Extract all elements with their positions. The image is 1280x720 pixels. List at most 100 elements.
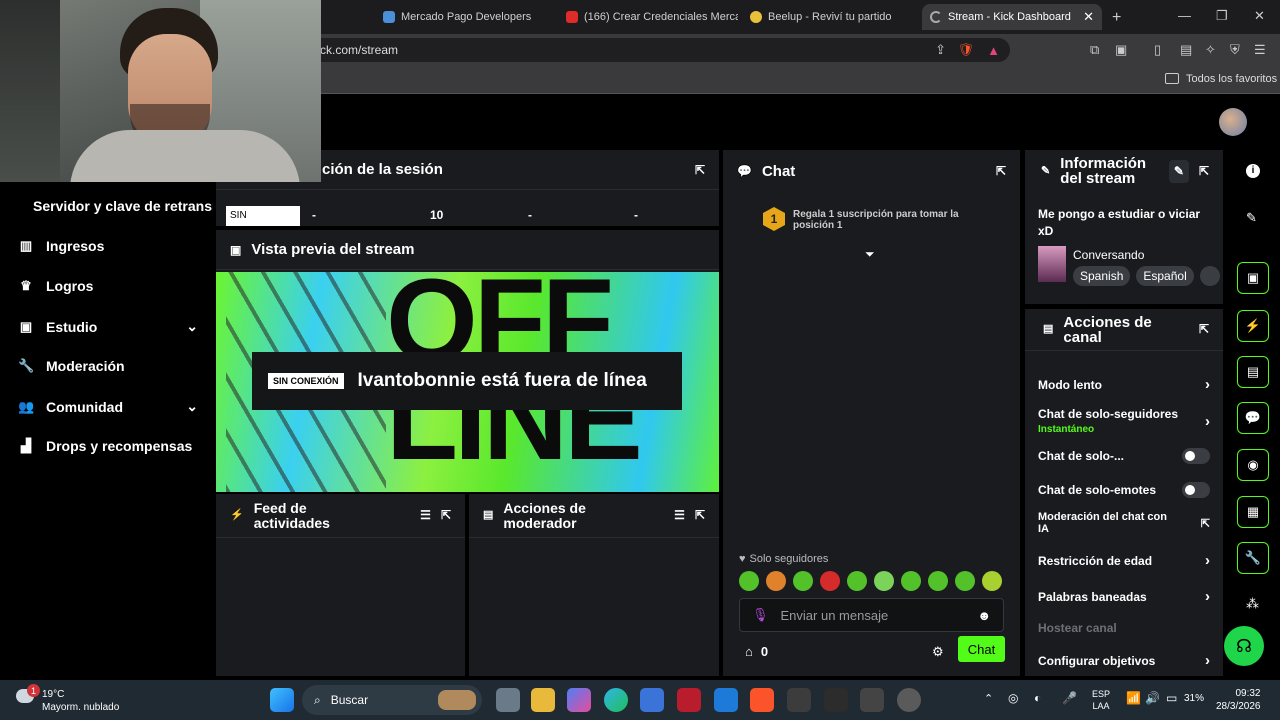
network-app-icon[interactable] bbox=[824, 688, 848, 712]
emote-icon[interactable] bbox=[766, 571, 786, 591]
share-nodes-icon[interactable]: ⁂ bbox=[1246, 596, 1259, 612]
close-tab-icon[interactable]: ✕ bbox=[1083, 9, 1094, 25]
tab-kick-dashboard[interactable]: Stream - Kick Dashboard ✕ bbox=[922, 4, 1102, 30]
vscode-icon[interactable] bbox=[714, 688, 738, 712]
popout-icon[interactable]: ⇱ bbox=[441, 508, 451, 523]
leo-ai-icon[interactable]: ✧ bbox=[1205, 42, 1216, 58]
tag-chip[interactable]: Spanish bbox=[1073, 266, 1131, 286]
action-banned-words[interactable]: Palabras baneadas › bbox=[1038, 588, 1210, 605]
clock[interactable]: 09:32 28/3/2026 bbox=[1216, 687, 1261, 713]
help-headset-icon[interactable]: ☊ bbox=[1224, 626, 1264, 666]
rail-button-camera[interactable]: ▣ bbox=[1237, 262, 1269, 294]
rail-button-activity[interactable]: ⚡ bbox=[1237, 310, 1269, 342]
emotes-only-toggle[interactable] bbox=[1182, 482, 1210, 498]
sidebar-toggle-icon[interactable]: ▯ bbox=[1154, 42, 1161, 58]
popout-icon[interactable]: ⇱ bbox=[1199, 164, 1209, 179]
popout-icon[interactable]: ⇱ bbox=[695, 163, 705, 177]
minimize-icon[interactable]: — bbox=[1178, 8, 1191, 23]
wallet-icon[interactable]: ▣ bbox=[1115, 42, 1127, 58]
emote-icon[interactable] bbox=[847, 571, 867, 591]
chat-message-input[interactable]: 🎙 Enviar un mensaje ☻ bbox=[739, 598, 1004, 632]
brave-shield-icon[interactable]: 🛡 bbox=[957, 42, 974, 58]
mcafee-icon[interactable] bbox=[677, 688, 701, 712]
language-indicator[interactable]: ESP LAA bbox=[1092, 688, 1110, 712]
action-ai-moderation[interactable]: Moderación del chat con IA ⇱ bbox=[1038, 511, 1210, 535]
bookmarks-folder[interactable]: Todos los favoritos bbox=[1186, 73, 1277, 85]
rail-button-layout[interactable]: ▦ bbox=[1237, 496, 1269, 528]
rail-button-notes[interactable]: ▤ bbox=[1237, 356, 1269, 388]
emote-icon[interactable] bbox=[901, 571, 921, 591]
pencil-icon[interactable]: ✎ bbox=[1246, 210, 1257, 226]
battery-icon[interactable]: ▭ bbox=[1166, 691, 1177, 705]
store-icon[interactable] bbox=[640, 688, 664, 712]
weather-widget[interactable]: 19°C Mayorm. nublado bbox=[42, 688, 119, 714]
filter-icon[interactable]: ☰ bbox=[674, 508, 685, 523]
copilot-icon[interactable] bbox=[567, 688, 591, 712]
popout-icon[interactable]: ⇱ bbox=[695, 508, 705, 523]
sidebar-item-moderacion[interactable]: 🔧 Moderación bbox=[18, 358, 198, 374]
url-field[interactable]: ck.com/stream ⇪ 🛡 ▲ bbox=[310, 38, 1010, 62]
wifi-icon[interactable]: 📶 bbox=[1126, 691, 1141, 705]
settings-gear-icon[interactable]: ⚙ bbox=[932, 644, 944, 660]
tray-app-icon[interactable]: ◎ bbox=[1008, 691, 1018, 705]
sidebar-item-logros[interactable]: ♛ Logros bbox=[18, 278, 198, 294]
brave-icon[interactable] bbox=[750, 688, 774, 712]
microphone-icon[interactable]: 🎙 bbox=[752, 607, 769, 623]
file-explorer-icon[interactable] bbox=[531, 688, 555, 712]
calculator-icon[interactable] bbox=[860, 688, 884, 712]
subs-only-toggle[interactable] bbox=[1182, 448, 1210, 464]
chevron-down-icon[interactable]: ⏷ bbox=[865, 247, 875, 262]
emoji-icon[interactable]: ☻ bbox=[977, 608, 991, 623]
window-close-icon[interactable]: ✕ bbox=[1254, 8, 1265, 24]
extensions-icon[interactable]: ⧉ bbox=[1090, 42, 1099, 58]
emote-icon[interactable] bbox=[874, 571, 894, 591]
action-age-restriction[interactable]: Restricción de edad › bbox=[1038, 552, 1210, 569]
edge-icon[interactable] bbox=[604, 688, 628, 712]
popout-icon[interactable]: ⇱ bbox=[996, 164, 1006, 178]
menu-icon[interactable]: ☰ bbox=[1254, 42, 1266, 58]
rail-button-chat[interactable]: 💬 bbox=[1237, 402, 1269, 434]
tray-app2-icon[interactable]: ◐ bbox=[1034, 691, 1041, 705]
windows-start-icon[interactable] bbox=[270, 688, 294, 712]
vpn-icon[interactable]: ⛨ bbox=[1230, 42, 1240, 58]
edit-pencil-icon[interactable]: ✎ bbox=[1168, 159, 1189, 183]
volume-icon[interactable]: 🔊 bbox=[1145, 691, 1160, 705]
tab-beelup[interactable]: Beelup - Reviví tu partido bbox=[742, 4, 917, 30]
sidebar-item-estudio[interactable]: ▣ Estudio ⌄ bbox=[18, 318, 198, 335]
action-emotes-only[interactable]: Chat de solo-emotes bbox=[1038, 482, 1210, 498]
emote-icon[interactable] bbox=[982, 571, 1002, 591]
wallet2-icon[interactable]: ▤ bbox=[1180, 42, 1192, 58]
rail-button-tools[interactable]: 🔧 bbox=[1237, 542, 1269, 574]
category-name[interactable]: Conversando bbox=[1073, 248, 1144, 262]
sidebar-item-comunidad[interactable]: 👥 Comunidad ⌄ bbox=[18, 398, 198, 415]
tab-mercado-pago[interactable]: Mercado Pago Developers bbox=[375, 4, 555, 30]
info-icon[interactable]: i bbox=[1246, 164, 1260, 178]
sidebar-item-ingresos[interactable]: ▥ Ingresos bbox=[18, 238, 198, 254]
task-view-icon[interactable] bbox=[496, 688, 520, 712]
tag-chip[interactable]: Español bbox=[1136, 266, 1194, 286]
action-subs-only[interactable]: Chat de solo-... bbox=[1038, 448, 1210, 464]
maximize-icon[interactable]: ❐ bbox=[1216, 8, 1228, 24]
emote-icon[interactable] bbox=[928, 571, 948, 591]
obs-icon[interactable] bbox=[897, 688, 921, 712]
emote-icon[interactable] bbox=[955, 571, 975, 591]
tag-chip[interactable] bbox=[1199, 266, 1220, 286]
sidebar-item-drops[interactable]: ▟ Drops y recompensas bbox=[18, 438, 218, 454]
microphone-icon[interactable]: 🎤 bbox=[1062, 691, 1077, 705]
emote-icon[interactable] bbox=[739, 571, 759, 591]
user-avatar[interactable] bbox=[1219, 108, 1247, 136]
action-slow-mode[interactable]: Modo lento › bbox=[1038, 376, 1210, 393]
chat-send-button[interactable]: Chat bbox=[958, 636, 1005, 662]
tab-youtube[interactable]: (166) Crear Credenciales Mercad bbox=[558, 4, 738, 30]
app-icon[interactable] bbox=[787, 688, 811, 712]
emote-icon[interactable] bbox=[793, 571, 813, 591]
new-tab-icon[interactable]: + bbox=[1112, 9, 1121, 27]
brave-rewards-icon[interactable]: ▲ bbox=[987, 43, 1000, 58]
popout-icon[interactable]: ⇱ bbox=[1199, 322, 1209, 337]
sidebar-item-server-key[interactable]: Servidor y clave de retransn bbox=[33, 198, 213, 214]
taskbar-search[interactable]: ⌕ Buscar bbox=[302, 685, 482, 715]
emote-icon[interactable] bbox=[820, 571, 840, 591]
rail-button-broadcast[interactable]: ◉ bbox=[1237, 449, 1269, 481]
filter-icon[interactable]: ☰ bbox=[420, 508, 431, 523]
share-icon[interactable]: ⇪ bbox=[935, 42, 946, 58]
